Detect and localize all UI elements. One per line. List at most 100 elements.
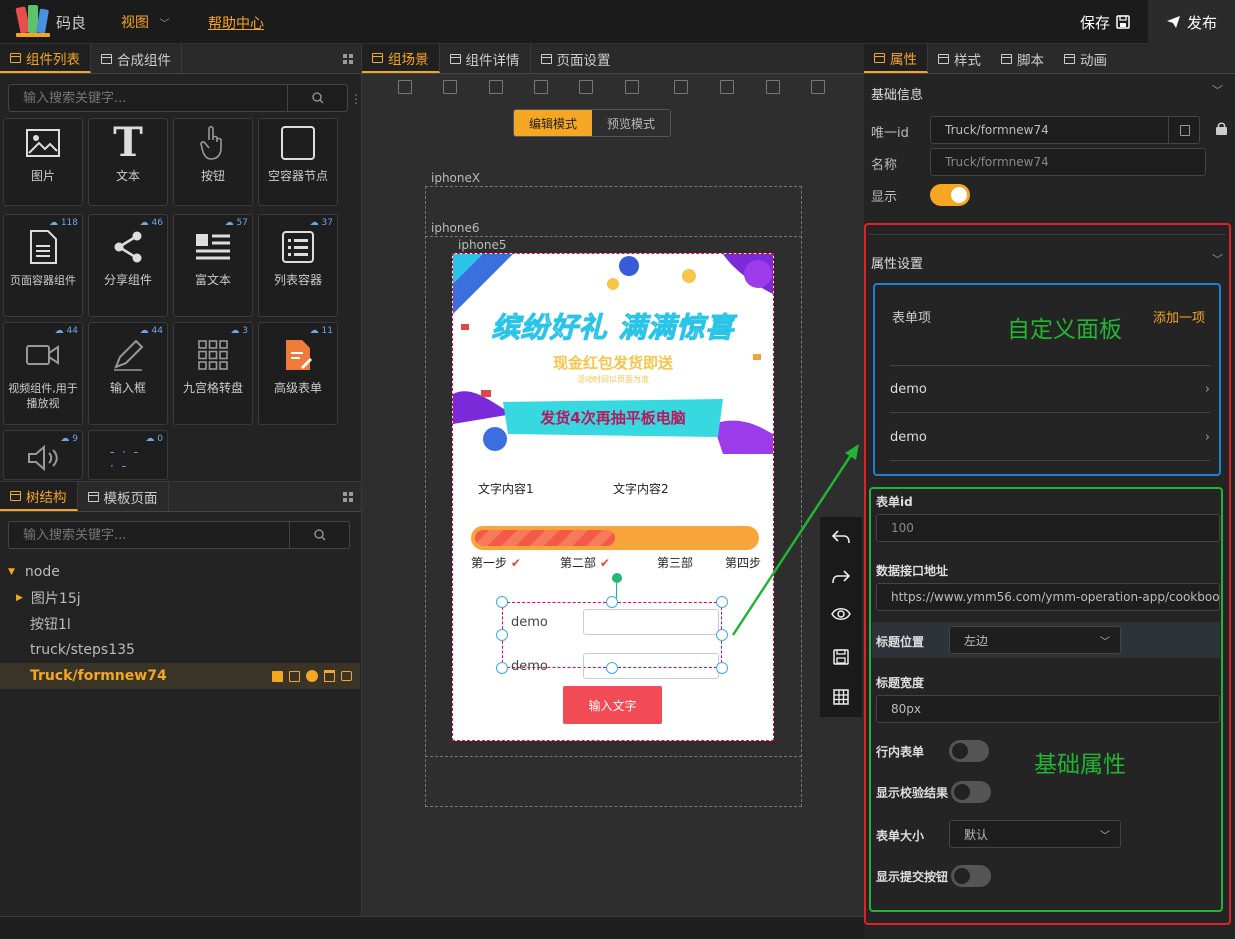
align-left-icon[interactable] xyxy=(534,80,548,94)
form-id-field[interactable]: 100 xyxy=(876,514,1220,542)
align-bottom-icon[interactable] xyxy=(489,80,503,94)
title-width-field[interactable]: 80px xyxy=(876,695,1220,723)
chevron-down-icon[interactable]: ﹀ xyxy=(1212,82,1223,98)
layer-down-icon[interactable] xyxy=(720,80,734,94)
grid-menu-icon[interactable] xyxy=(343,44,361,73)
inline-form-toggle[interactable] xyxy=(949,740,989,762)
resize-handle[interactable] xyxy=(716,662,728,674)
add-item-link[interactable]: 添加一项 xyxy=(1153,307,1205,326)
text-content-2[interactable]: 文字内容2 xyxy=(613,480,669,497)
chevron-down-icon[interactable]: ﹀ xyxy=(1212,251,1223,267)
publish-button[interactable]: 发布 xyxy=(1148,0,1235,44)
resize-handle[interactable] xyxy=(606,596,618,608)
tree-node-button[interactable]: 按钮1l xyxy=(0,611,360,637)
tab-page-settings[interactable]: 页面设置 xyxy=(531,44,621,73)
tree-node-root[interactable]: ▼ node xyxy=(0,559,360,585)
text-content-1[interactable]: 文字内容1 xyxy=(478,480,534,497)
tree-node-form-selected[interactable]: Truck/formnew74 xyxy=(0,663,360,689)
component-card[interactable]: 图片 xyxy=(3,118,83,206)
align-right-icon[interactable] xyxy=(625,80,639,94)
component-card[interactable]: 九宫格转盘 ☁ 3 xyxy=(173,322,253,425)
tree-node-steps[interactable]: truck/steps135 xyxy=(0,637,360,663)
rotate-handle[interactable] xyxy=(612,573,622,583)
lock-icon[interactable] xyxy=(1216,122,1227,135)
resize-handle[interactable] xyxy=(496,629,508,641)
layer-up-icon[interactable] xyxy=(674,80,688,94)
copy-icon[interactable] xyxy=(1168,117,1200,143)
tab-tree[interactable]: 树结构 xyxy=(0,482,78,511)
component-card[interactable]: 富文本 ☁ 57 xyxy=(173,214,253,317)
tree-node-image[interactable]: ▶ 图片15j xyxy=(0,585,360,611)
tree-search-input[interactable] xyxy=(9,527,289,543)
edit-icon[interactable] xyxy=(272,670,283,682)
empty-box-icon xyxy=(280,125,316,161)
form-item-row-1[interactable]: demo › xyxy=(890,366,1210,413)
resize-handle[interactable] xyxy=(716,596,728,608)
tab-composite[interactable]: 合成组件 xyxy=(91,44,182,73)
align-top-icon[interactable] xyxy=(398,80,412,94)
bring-front-icon[interactable] xyxy=(766,80,780,94)
component-card[interactable]: 高级表单 ☁ 11 xyxy=(258,322,338,425)
tab-component-detail[interactable]: 组件详情 xyxy=(440,44,531,73)
component-card[interactable]: 列表容器 ☁ 37 xyxy=(258,214,338,317)
speaker-icon xyxy=(25,445,61,471)
tab-properties[interactable]: 属性 xyxy=(864,44,928,73)
align-vcenter-icon[interactable] xyxy=(443,80,457,94)
resize-handle[interactable] xyxy=(716,629,728,641)
show-toggle[interactable] xyxy=(930,184,970,206)
component-card[interactable]: 页面容器组件 ☁ 118 xyxy=(3,214,83,317)
menu-help-center[interactable]: 帮助中心 xyxy=(208,13,264,33)
save-icon[interactable] xyxy=(820,637,862,677)
edit-mode-button[interactable]: 编辑模式 xyxy=(514,110,592,136)
section-basic-info[interactable]: 基础信息 xyxy=(871,84,923,103)
tab-style[interactable]: 样式 xyxy=(928,44,991,73)
component-card[interactable]: 输入框 ☁ 44 xyxy=(88,322,168,425)
title-position-select[interactable]: 左边 ﹀ xyxy=(949,626,1121,654)
form-size-select[interactable]: 默认 ﹀ xyxy=(949,820,1121,848)
component-search-input[interactable] xyxy=(9,90,287,106)
form-input-2[interactable] xyxy=(583,653,719,679)
search-icon[interactable] xyxy=(287,85,347,111)
tab-scene[interactable]: 组场景 xyxy=(362,44,440,73)
save-button[interactable]: 保存 xyxy=(1062,0,1148,44)
component-card[interactable]: - · - · - ☁ 0 xyxy=(88,430,168,480)
api-url-field[interactable]: https://www.ymm56.com/ymm-operation-app/… xyxy=(876,583,1220,611)
form-item-row-2[interactable]: demo › xyxy=(890,414,1210,461)
banner-image[interactable]: 缤纷好礼 满满惊喜 现金红包发货即送 活动时间以页面为准 发货4次再抽平板电脑 xyxy=(453,254,773,454)
grid-table-icon[interactable] xyxy=(820,677,862,717)
form-component-selected[interactable]: demo demo xyxy=(502,602,722,679)
grid-menu-icon[interactable] xyxy=(343,482,361,511)
section-attr-settings[interactable]: 属性设置 xyxy=(871,253,923,272)
more-vertical-icon[interactable]: ⋮ xyxy=(350,92,362,106)
preview-mode-button[interactable]: 预览模式 xyxy=(592,110,670,136)
tab-animation[interactable]: 动画 xyxy=(1054,44,1117,73)
copy-icon[interactable] xyxy=(289,670,300,682)
submit-text-button[interactable]: 输入文字 xyxy=(563,686,662,724)
tab-component-list[interactable]: 组件列表 xyxy=(0,44,91,73)
send-back-icon[interactable] xyxy=(811,80,825,94)
show-validate-toggle[interactable] xyxy=(951,781,991,803)
trash-icon[interactable] xyxy=(324,670,335,682)
uid-field[interactable]: Truck/formnew74 xyxy=(930,116,1200,144)
resize-handle[interactable] xyxy=(496,596,508,608)
component-card[interactable]: ☁ 9 xyxy=(3,430,83,480)
component-card[interactable]: T 文本 xyxy=(88,118,168,206)
component-card[interactable]: 空容器节点 xyxy=(258,118,338,206)
component-card[interactable]: 视频组件,用于播放视 ☁ 44 xyxy=(3,322,83,425)
form-input-1[interactable] xyxy=(583,609,719,635)
component-card[interactable]: 按钮 xyxy=(173,118,253,206)
table-icon xyxy=(10,490,21,501)
steps-progress-bar[interactable] xyxy=(471,526,759,550)
unlock-icon[interactable] xyxy=(341,671,352,681)
name-field[interactable]: Truck/formnew74 xyxy=(930,148,1206,176)
tab-script[interactable]: 脚本 xyxy=(991,44,1054,73)
component-card[interactable]: 分享组件 ☁ 46 xyxy=(88,214,168,317)
id-icon[interactable] xyxy=(306,670,318,682)
tab-template[interactable]: 模板页面 xyxy=(78,482,169,511)
show-submit-toggle[interactable] xyxy=(951,865,991,887)
resize-handle[interactable] xyxy=(496,662,508,674)
resize-handle[interactable] xyxy=(606,662,618,674)
menu-view[interactable]: 视图 ﹀ xyxy=(121,12,169,32)
search-icon[interactable] xyxy=(289,522,349,548)
align-hcenter-icon[interactable] xyxy=(579,80,593,94)
